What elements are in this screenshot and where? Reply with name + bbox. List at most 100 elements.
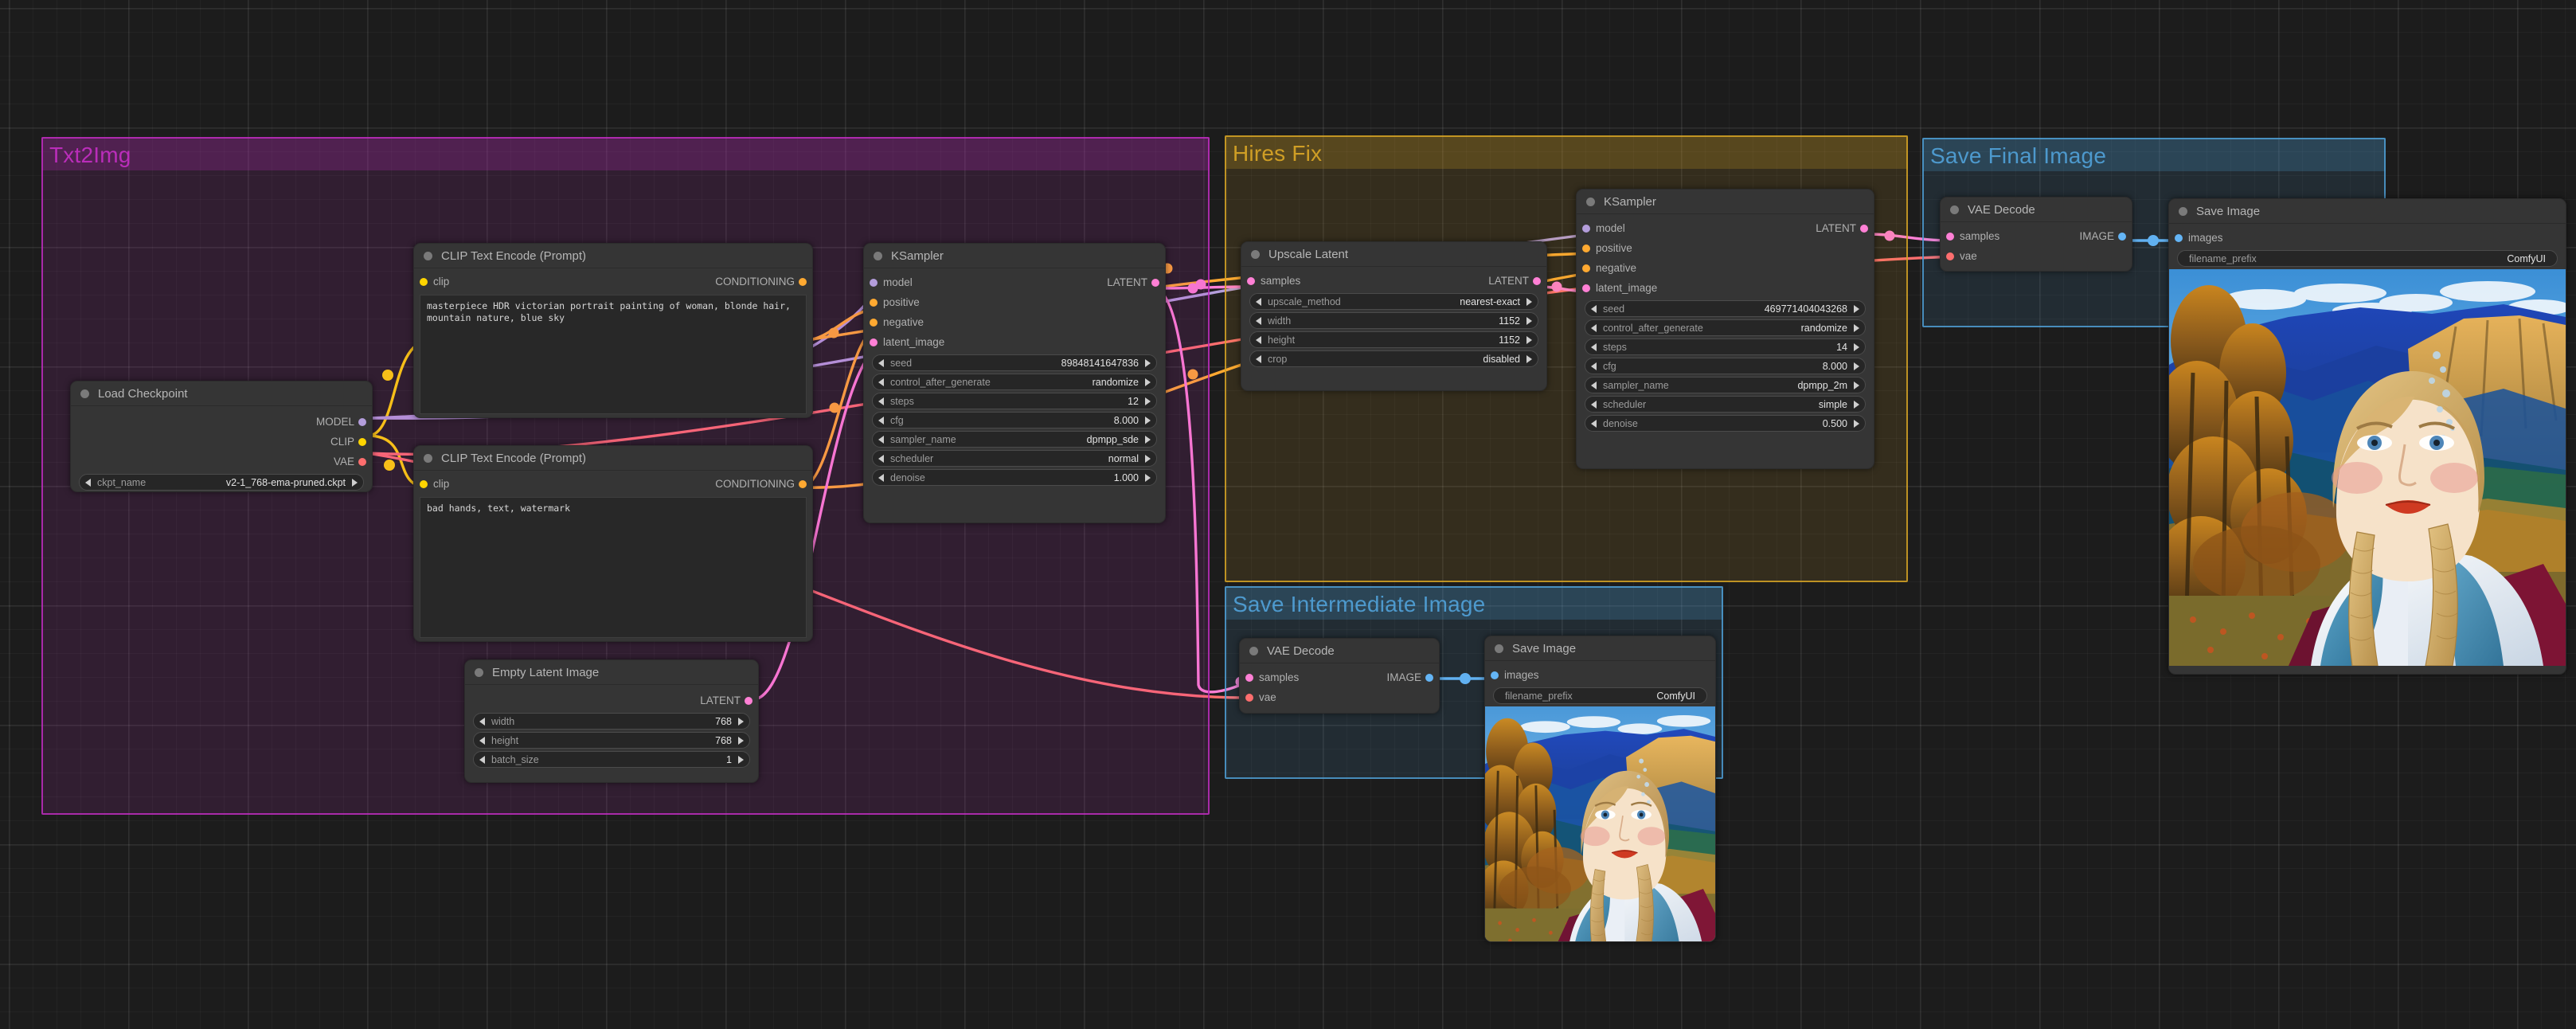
collapse-dot-icon[interactable] xyxy=(1950,205,1959,214)
widget-width[interactable]: width 1152 xyxy=(1249,312,1538,329)
node-header[interactable]: Empty Latent Image xyxy=(465,660,758,685)
increment-arrow-icon[interactable] xyxy=(1854,419,1859,428)
output-slot-latent[interactable]: LATENT xyxy=(465,691,758,710)
node-header[interactable]: Load Checkpoint xyxy=(71,381,372,406)
slot-row-samples-image[interactable]: samples IMAGE xyxy=(1240,667,1439,687)
decrement-arrow-icon[interactable] xyxy=(1591,323,1597,332)
node-upscale-latent[interactable]: Upscale Latent samples LATENT upscale_me… xyxy=(1241,241,1547,391)
port-samples-in[interactable] xyxy=(1247,276,1255,285)
widget-value[interactable]: 8.000 xyxy=(1114,415,1139,426)
increment-arrow-icon[interactable] xyxy=(1145,473,1151,482)
decrement-arrow-icon[interactable] xyxy=(878,358,884,367)
decrement-arrow-icon[interactable] xyxy=(479,717,485,726)
image-preview-intermediate[interactable] xyxy=(1485,706,1715,942)
increment-arrow-icon[interactable] xyxy=(738,736,744,745)
widget-value[interactable]: randomize xyxy=(1801,323,1847,334)
widget-cfg[interactable]: cfg 8.000 xyxy=(872,412,1157,428)
increment-arrow-icon[interactable] xyxy=(1526,335,1532,344)
widget-value[interactable]: 89848141647836 xyxy=(1061,358,1139,369)
widget-height[interactable]: height 768 xyxy=(473,732,750,749)
node-header[interactable]: KSampler xyxy=(864,244,1165,268)
decrement-arrow-icon[interactable] xyxy=(1591,419,1597,428)
increment-arrow-icon[interactable] xyxy=(1854,304,1859,313)
widget-value[interactable]: disabled xyxy=(1483,354,1520,365)
slot-row-model-latent[interactable]: model LATENT xyxy=(864,272,1165,292)
widget-value[interactable]: 768 xyxy=(715,716,732,727)
decrement-arrow-icon[interactable] xyxy=(1591,342,1597,351)
slot-row-samples-latent[interactable]: samples LATENT xyxy=(1241,271,1546,291)
widget-sampler-name[interactable]: sampler_name dpmpp_sde xyxy=(872,431,1157,448)
collapse-dot-icon[interactable] xyxy=(874,251,882,260)
node-header[interactable]: CLIP Text Encode (Prompt) xyxy=(414,244,812,268)
node-header[interactable]: CLIP Text Encode (Prompt) xyxy=(414,446,812,471)
input-slot-latent-image[interactable]: latent_image xyxy=(864,332,1165,352)
port-vae-in[interactable] xyxy=(1245,693,1253,702)
port-image-out[interactable] xyxy=(2118,232,2126,241)
port-model-in[interactable] xyxy=(870,278,878,287)
widget-value[interactable]: 1.000 xyxy=(1114,472,1139,483)
widget-seed[interactable]: seed 89848141647836 xyxy=(872,354,1157,371)
decrement-arrow-icon[interactable] xyxy=(85,478,91,487)
node-vae-decode-intermediate[interactable]: VAE Decode samples IMAGE vae xyxy=(1239,638,1440,714)
output-slot-clip[interactable]: CLIP xyxy=(71,432,372,452)
port-clip-in[interactable] xyxy=(420,277,428,286)
widget-batch-size[interactable]: batch_size 1 xyxy=(473,751,750,768)
slot-row-samples-image[interactable]: samples IMAGE xyxy=(1941,226,2132,246)
increment-arrow-icon[interactable] xyxy=(352,478,358,487)
slot-row-model-latent[interactable]: model LATENT xyxy=(1577,218,1874,238)
widget-value[interactable]: 469771404043268 xyxy=(1765,303,1847,315)
node-header[interactable]: VAE Decode xyxy=(1240,639,1439,663)
collapse-dot-icon[interactable] xyxy=(1495,644,1503,653)
node-clip-text-encode-negative[interactable]: CLIP Text Encode (Prompt) clip CONDITION… xyxy=(413,445,813,642)
widget-control-after-generate[interactable]: control_after_generate randomize xyxy=(872,374,1157,390)
widget-value[interactable]: 768 xyxy=(715,735,732,746)
widget-sampler-name[interactable]: sampler_name dpmpp_2m xyxy=(1585,377,1866,393)
increment-arrow-icon[interactable] xyxy=(738,717,744,726)
node-save-image-intermediate[interactable]: Save Image images filename_prefix ComfyU… xyxy=(1484,636,1716,942)
decrement-arrow-icon[interactable] xyxy=(878,454,884,463)
port-clip-out[interactable] xyxy=(358,437,366,446)
slot-row-clip-conditioning[interactable]: clip CONDITIONING xyxy=(414,474,812,494)
input-slot-latent-image[interactable]: latent_image xyxy=(1577,278,1874,298)
input-slot-positive[interactable]: positive xyxy=(1577,238,1874,258)
decrement-arrow-icon[interactable] xyxy=(479,736,485,745)
decrement-arrow-icon[interactable] xyxy=(1256,297,1261,306)
decrement-arrow-icon[interactable] xyxy=(1591,400,1597,409)
collapse-dot-icon[interactable] xyxy=(475,667,483,677)
decrement-arrow-icon[interactable] xyxy=(1256,316,1261,325)
port-latent-out[interactable] xyxy=(745,696,752,705)
port-latent-image-in[interactable] xyxy=(1582,284,1590,292)
port-model-in[interactable] xyxy=(1582,224,1590,233)
increment-arrow-icon[interactable] xyxy=(1145,358,1151,367)
port-images-in[interactable] xyxy=(2175,233,2183,242)
node-header[interactable]: Upscale Latent xyxy=(1241,242,1546,267)
port-negative-in[interactable] xyxy=(1582,264,1590,272)
node-header[interactable]: VAE Decode xyxy=(1941,198,2132,222)
increment-arrow-icon[interactable] xyxy=(738,755,744,764)
decrement-arrow-icon[interactable] xyxy=(479,755,485,764)
increment-arrow-icon[interactable] xyxy=(1145,397,1151,405)
collapse-dot-icon[interactable] xyxy=(424,453,432,463)
collapse-dot-icon[interactable] xyxy=(80,389,89,398)
collapse-dot-icon[interactable] xyxy=(424,251,432,260)
collapse-dot-icon[interactable] xyxy=(1586,197,1595,206)
port-image-out[interactable] xyxy=(1425,673,1433,682)
collapse-dot-icon[interactable] xyxy=(2179,206,2187,216)
input-slot-negative[interactable]: negative xyxy=(864,312,1165,332)
widget-filename-prefix[interactable]: filename_prefix ComfyUI xyxy=(1493,687,1707,704)
widget-value[interactable]: 0.500 xyxy=(1823,418,1847,429)
node-ksampler-base[interactable]: KSampler model LATENT positive negative … xyxy=(863,243,1166,523)
widget-value[interactable]: simple xyxy=(1819,399,1847,410)
decrement-arrow-icon[interactable] xyxy=(1591,381,1597,389)
image-preview-final[interactable] xyxy=(2169,269,2566,666)
port-latent-image-in[interactable] xyxy=(870,338,878,346)
increment-arrow-icon[interactable] xyxy=(1854,381,1859,389)
node-header[interactable]: Save Image xyxy=(1485,636,1715,661)
port-images-in[interactable] xyxy=(1491,671,1499,679)
port-conditioning-out[interactable] xyxy=(799,479,807,488)
widget-value[interactable]: nearest-exact xyxy=(1460,296,1520,307)
increment-arrow-icon[interactable] xyxy=(1145,378,1151,386)
widget-value[interactable]: ComfyUI xyxy=(2507,253,2546,264)
widget-value[interactable]: normal xyxy=(1108,453,1139,464)
collapse-dot-icon[interactable] xyxy=(1249,646,1258,655)
